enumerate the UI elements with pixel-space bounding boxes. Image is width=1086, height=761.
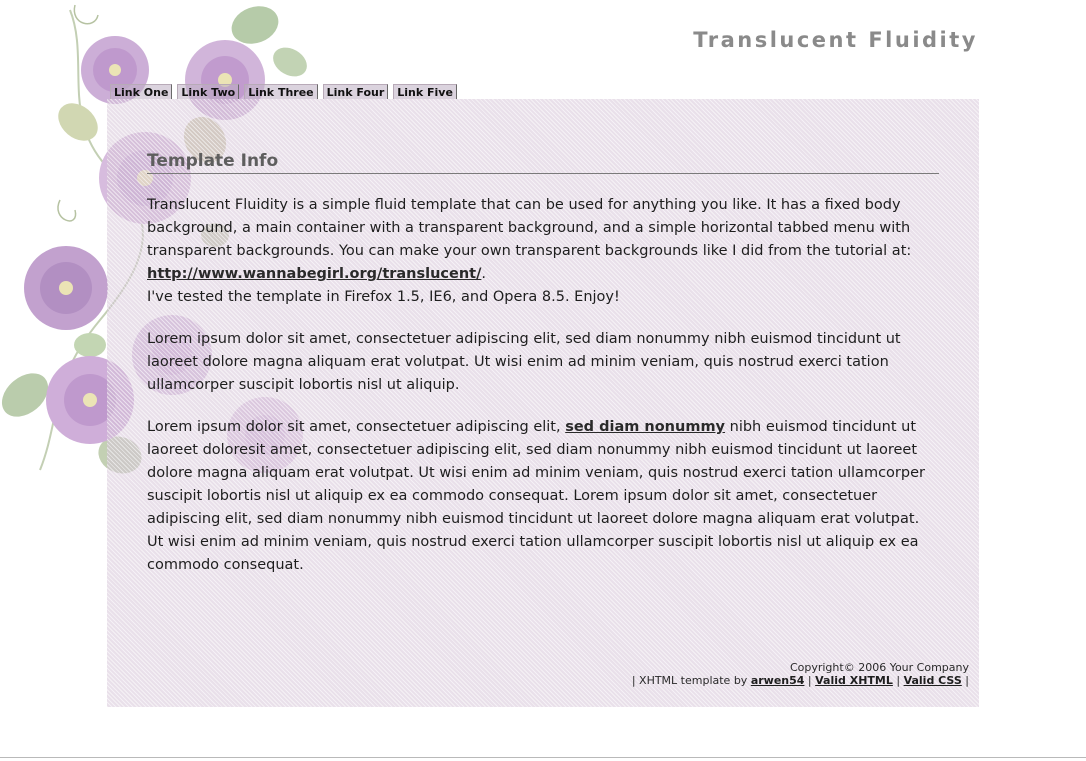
lorem-paragraph-2-start: Lorem ipsum dolor sit amet, consectetuer… — [147, 419, 566, 435]
footer: Copyright© 2006 Your Company | XHTML tem… — [632, 661, 969, 687]
section-heading: Template Info — [147, 151, 939, 174]
copyright-text: Copyright© 2006 Your Company — [789, 661, 969, 674]
credits-separator: | — [892, 674, 904, 687]
credits-line: | XHTML template by arwen54 | Valid XHTM… — [632, 674, 969, 687]
tested-browsers-text: I've tested the template in Firefox 1.5,… — [147, 289, 620, 305]
nav-link-two[interactable]: Link Two — [177, 84, 240, 99]
main-nav: Link One Link Two Link Three Link Four L… — [110, 84, 457, 99]
page-bottom-border — [0, 757, 1086, 758]
intro-text: Translucent Fluidity is a simple fluid t… — [147, 197, 912, 259]
lorem-paragraph-2-rest: nibh euismod tincidunt ut laoreet dolore… — [147, 419, 925, 573]
author-link[interactable]: arwen54 — [751, 674, 805, 687]
intro-period: . — [481, 266, 487, 282]
nav-link-four[interactable]: Link Four — [322, 84, 389, 99]
credits-prefix: | XHTML template by — [631, 674, 751, 687]
valid-css-link[interactable]: Valid CSS — [904, 674, 962, 687]
nav-link-one[interactable]: Link One — [110, 84, 173, 99]
lorem-paragraph-2: Lorem ipsum dolor sit amet, consectetuer… — [147, 416, 939, 577]
valid-xhtml-link[interactable]: Valid XHTML — [815, 674, 893, 687]
intro-paragraph: Translucent Fluidity is a simple fluid t… — [147, 194, 939, 309]
main-container: Template Info Translucent Fluidity is a … — [107, 99, 979, 707]
nav-link-five[interactable]: Link Five — [393, 84, 457, 99]
content-area: Template Info Translucent Fluidity is a … — [147, 151, 939, 577]
credits-suffix: | — [961, 674, 969, 687]
site-title: Translucent Fluidity — [693, 28, 978, 52]
sed-diam-nonummy-link[interactable]: sed diam nonummy — [565, 419, 725, 435]
credits-separator: | — [804, 674, 816, 687]
nav-link-three[interactable]: Link Three — [244, 84, 318, 99]
lorem-paragraph-1: Lorem ipsum dolor sit amet, consectetuer… — [147, 331, 901, 393]
translucent-tutorial-link[interactable]: http://www.wannabegirl.org/translucent/ — [147, 266, 481, 282]
